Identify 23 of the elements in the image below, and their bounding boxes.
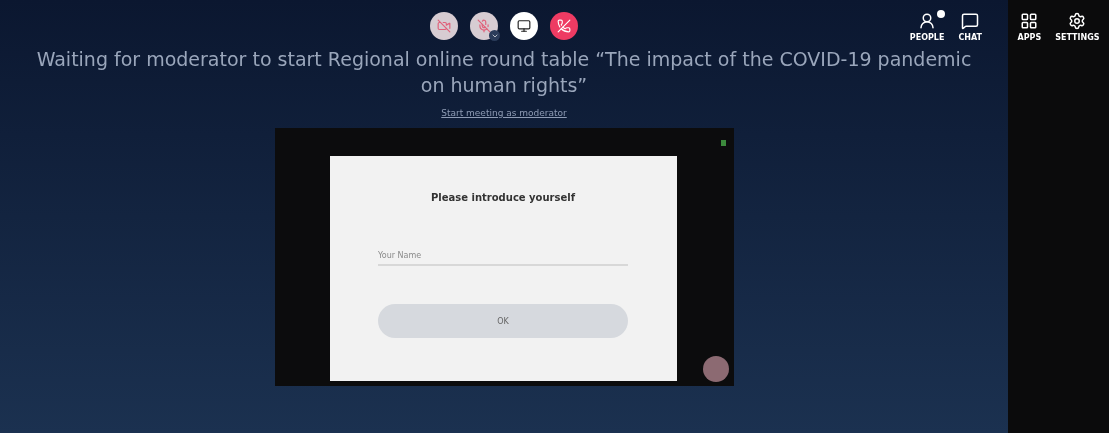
grid-icon: [1020, 12, 1039, 30]
moderator-link[interactable]: Start meeting as moderator: [441, 108, 567, 118]
screen-share-button[interactable]: [510, 12, 538, 40]
waiting-message: Waiting for moderator to start Regional online round table “The impact of the COVID-19 pandemic on human rights”: [35, 47, 973, 98]
camera-off-icon: [437, 19, 451, 33]
dialog-title: Please introduce yourself: [430, 192, 576, 203]
microphone-button[interactable]: [470, 12, 498, 40]
ok-button[interactable]: OK: [378, 304, 628, 338]
settings-button[interactable]: SETTINGS: [1055, 12, 1100, 433]
avatar: [702, 356, 729, 382]
phone-off-icon: [557, 19, 571, 33]
name-field[interactable]: Your Name: [378, 247, 628, 266]
signal-icon: [720, 140, 726, 146]
settings-icon: [1068, 12, 1087, 30]
monitor-icon: [517, 19, 531, 33]
camera-button[interactable]: [430, 12, 458, 40]
apps-button[interactable]: APPS: [1017, 12, 1042, 433]
person-icon: [918, 12, 937, 30]
people-button[interactable]: PEOPLE: [909, 12, 945, 42]
chat-icon: [961, 12, 980, 30]
chat-button[interactable]: CHAT: [958, 12, 982, 42]
microphone-off-icon: [477, 19, 491, 33]
hang-up-button[interactable]: [550, 12, 578, 40]
